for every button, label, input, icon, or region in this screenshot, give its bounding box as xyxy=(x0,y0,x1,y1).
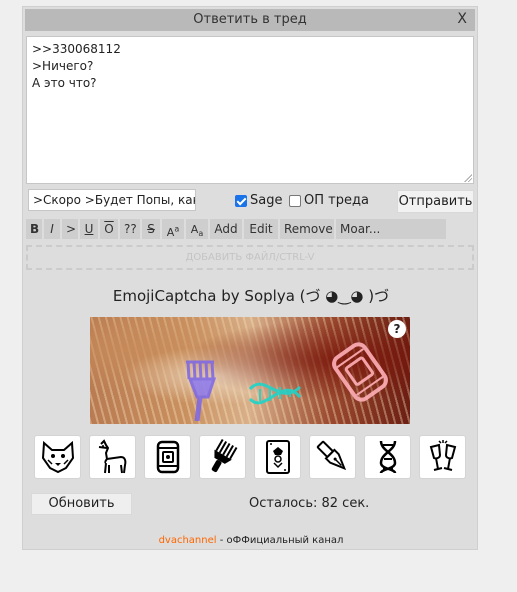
llama-icon[interactable] xyxy=(89,435,136,479)
food-can-overlay-icon xyxy=(332,342,388,402)
afro-pick-overlay-icon xyxy=(186,360,217,422)
refresh-captcha-button[interactable]: Обновить xyxy=(31,493,132,515)
sage-checkbox-box[interactable] xyxy=(235,194,247,207)
comment-textarea[interactable]: >>330068112 >Ничего? А это что? xyxy=(26,36,474,184)
attach-file-dropzone[interactable]: ДОБАВИТЬ ФАЙЛ/CTRL-V xyxy=(26,245,474,270)
afro-pick-icon[interactable] xyxy=(199,435,246,479)
superscript-button[interactable]: Aa xyxy=(162,219,184,239)
op-checkbox-box[interactable] xyxy=(289,194,301,207)
op-label: ОП треда xyxy=(304,193,369,208)
bold-button[interactable]: B xyxy=(26,219,42,239)
wolf-face-icon[interactable] xyxy=(34,435,81,479)
reply-title: Ответить в тред xyxy=(193,12,307,27)
spoiler-button[interactable]: ?? xyxy=(120,219,140,239)
overline-button[interactable]: O xyxy=(100,219,118,239)
resize-grip-icon[interactable] xyxy=(463,173,472,182)
edit-button[interactable]: Edit xyxy=(244,219,278,239)
reply-form: Ответить в тред X >>330068112 >Ничего? А… xyxy=(22,6,478,550)
captcha-timer: Осталось: 82 сек. xyxy=(249,496,370,511)
dna-overlay-icon xyxy=(248,382,302,405)
comment-line: А это что? xyxy=(32,76,97,90)
sage-checkbox[interactable]: Sage xyxy=(235,193,282,208)
channel-link[interactable]: dvachannel xyxy=(159,535,217,546)
comment-line: >>330068112 xyxy=(32,42,121,56)
underline-button[interactable]: U xyxy=(80,219,98,239)
strike-button[interactable]: S xyxy=(142,219,160,239)
fountain-pen-icon[interactable] xyxy=(309,435,356,479)
joker-card-icon[interactable] xyxy=(254,435,301,479)
submit-button[interactable]: Отправить xyxy=(397,190,474,213)
captcha-image: ? xyxy=(90,317,410,424)
footer-text: dvachannel - оФФициальный канал xyxy=(23,535,479,546)
add-button[interactable]: Add xyxy=(210,219,242,239)
reply-titlebar[interactable]: Ответить в тред X xyxy=(25,9,475,31)
close-button[interactable]: X xyxy=(457,11,467,27)
italic-button[interactable]: I xyxy=(44,219,60,239)
dna-icon[interactable] xyxy=(364,435,411,479)
subscript-button[interactable]: Aa xyxy=(186,219,208,239)
captcha-emoji-row xyxy=(34,435,474,479)
markup-toolbar: B I > U O ?? S Aa Aa Add Edit Remove Moa… xyxy=(26,219,448,239)
footer-caption: - оФФициальный канал xyxy=(216,535,344,546)
remove-button[interactable]: Remove xyxy=(280,219,334,239)
moar-button[interactable]: Moar... xyxy=(336,219,446,239)
captcha-title: EmojiCaptcha by Soplya (づ ◕‿◕ )づ xyxy=(112,287,390,305)
food-can-icon[interactable] xyxy=(144,435,191,479)
op-checkbox[interactable]: ОП треда xyxy=(289,193,369,208)
captcha-overlay xyxy=(186,342,388,422)
captcha-help-button[interactable]: ? xyxy=(388,320,406,338)
superscript-label: Aa xyxy=(166,224,180,239)
quote-button[interactable]: > xyxy=(62,219,78,239)
subject-input[interactable]: >Скоро >Будет Попы, кака xyxy=(28,189,196,211)
champagne-glasses-icon[interactable] xyxy=(419,435,466,479)
subscript-label: Aa xyxy=(190,223,204,239)
sage-label: Sage xyxy=(250,193,283,208)
comment-line: >Ничего? xyxy=(32,59,94,73)
